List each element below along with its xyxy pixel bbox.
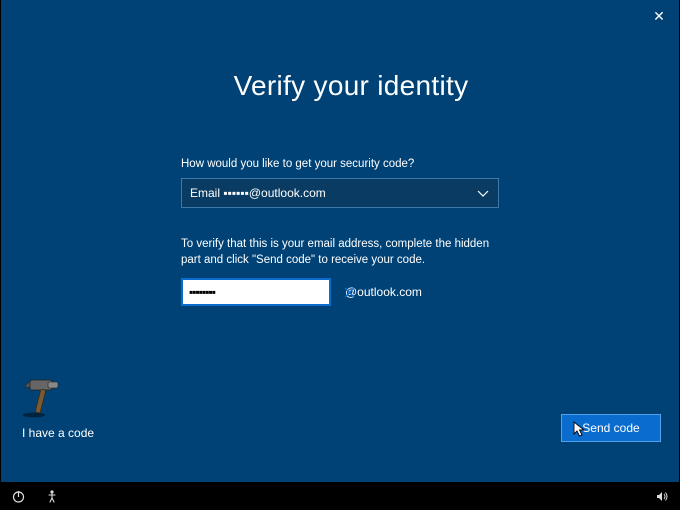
power-icon[interactable] bbox=[10, 488, 26, 504]
hammer-icon bbox=[22, 374, 66, 418]
page-title: Verify your identity bbox=[181, 70, 521, 102]
chevron-down-icon bbox=[476, 186, 490, 200]
email-domain-suffix: @outlook.com bbox=[345, 285, 422, 299]
have-code-link[interactable]: I have a code bbox=[22, 426, 94, 440]
security-code-prompt: How would you like to get your security … bbox=[181, 158, 521, 170]
email-input-container bbox=[181, 278, 331, 306]
volume-icon[interactable] bbox=[654, 488, 670, 504]
send-code-label: Send code bbox=[582, 421, 639, 435]
send-code-button[interactable]: Send code bbox=[561, 414, 661, 442]
ease-of-access-icon[interactable] bbox=[44, 488, 60, 504]
verification-method-select[interactable]: Email ▪▪▪▪▪▪@outlook.com bbox=[181, 178, 499, 208]
main-content: Verify your identity How would you like … bbox=[181, 70, 521, 306]
x-icon bbox=[344, 287, 355, 298]
email-input[interactable] bbox=[189, 285, 344, 299]
clear-input-button[interactable] bbox=[344, 284, 355, 300]
select-value: Email ▪▪▪▪▪▪@outlook.com bbox=[190, 186, 326, 200]
close-button[interactable]: ✕ bbox=[649, 6, 669, 26]
taskbar bbox=[0, 482, 680, 510]
instruction-text: To verify that this is your email addres… bbox=[181, 236, 511, 268]
close-icon: ✕ bbox=[653, 8, 665, 25]
